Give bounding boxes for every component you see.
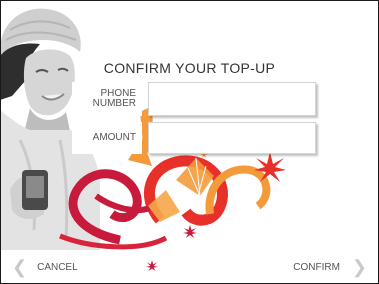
topup-confirm-screen: CONFIRM YOUR TOP-UP PHONE NUMBER AMOUNT … [0,0,379,284]
cancel-label: CANCEL [37,261,78,273]
amount-label: AMOUNT [72,122,142,154]
confirm-label: CONFIRM [293,261,340,273]
phone-number-field[interactable] [148,82,316,116]
chevron-left-icon: ❮ [12,257,28,277]
amount-label-text: AMOUNT [92,132,136,143]
phone-number-row: PHONE NUMBER [72,82,316,116]
page-title: CONFIRM YOUR TOP-UP [103,60,276,76]
amount-row: AMOUNT [72,122,316,154]
cancel-button[interactable]: ❮ CANCEL [12,257,78,277]
confirm-button[interactable]: CONFIRM ❯ [293,257,367,277]
chevron-right-icon: ❯ [351,257,367,277]
phone-number-label-line2: NUMBER [92,98,136,109]
phone-number-label: PHONE NUMBER [72,82,142,116]
amount-field[interactable] [148,122,316,154]
